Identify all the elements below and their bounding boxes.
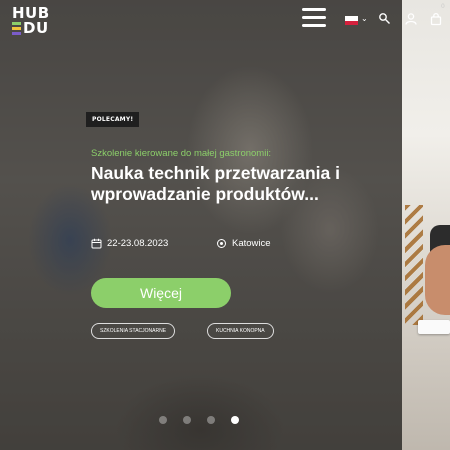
hubedu-logo[interactable]: HUB DU	[12, 6, 56, 38]
peek-person-arm-decor	[425, 245, 450, 315]
event-location-text: Katowice	[232, 238, 271, 249]
location-pin-icon	[217, 239, 226, 248]
carousel-dot-2[interactable]	[183, 416, 191, 424]
carousel-dot-3[interactable]	[207, 416, 215, 424]
tag-chip-stationary-training[interactable]: SZKOLENIA STACJONARNE	[91, 323, 176, 339]
peek-chair-decor	[405, 205, 423, 325]
more-button[interactable]: Więcej	[91, 278, 231, 308]
carousel-dot-4[interactable]	[231, 416, 239, 424]
cart-icon[interactable]	[429, 12, 443, 26]
search-icon[interactable]	[378, 12, 392, 26]
hero-dark-overlay	[0, 0, 402, 450]
cart-count-badge: 0	[441, 3, 445, 10]
recommended-badge: POLECAMY!	[86, 112, 140, 127]
poland-flag-icon[interactable]	[345, 16, 358, 25]
hero-carousel: HUB DU ⌄ 0 POLECAMY! Szkolenie kierowane…	[0, 0, 450, 450]
peek-notebook-decor	[418, 320, 450, 334]
carousel-pagination	[159, 416, 239, 424]
event-date-text: 22-23.08.2023	[107, 238, 169, 249]
tag-chip-hemp-cuisine[interactable]: KUCHNIA KONOPNA	[207, 323, 274, 339]
hamburger-menu-icon[interactable]	[302, 8, 326, 28]
hero-title[interactable]: Nauka technik przetwarzania i wprowadzan…	[91, 163, 381, 205]
event-location: Katowice	[216, 238, 271, 249]
logo-bottom-text: DU	[23, 19, 49, 37]
logo-bars-icon	[12, 22, 22, 35]
carousel-dot-1[interactable]	[159, 416, 167, 424]
user-icon[interactable]	[404, 12, 418, 26]
calendar-icon	[91, 238, 102, 249]
language-caret-icon[interactable]: ⌄	[361, 14, 368, 23]
hero-subtitle: Szkolenie kierowane do małej gastronomii…	[91, 148, 272, 159]
event-date: 22-23.08.2023	[91, 238, 168, 249]
